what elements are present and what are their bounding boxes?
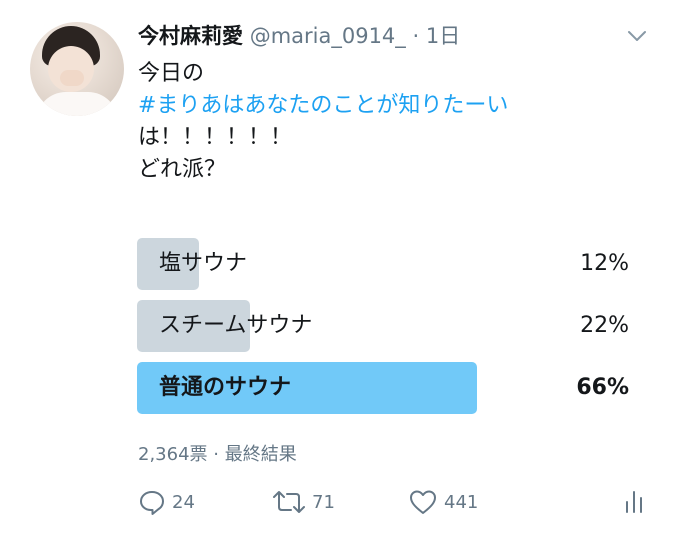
tweet-text-line: 今日の — [138, 61, 205, 86]
avatar-shirt — [36, 92, 118, 116]
poll-option: スチームサウナ 22% — [137, 300, 633, 352]
tweet-header: 今村麻莉愛 @maria_0914_ · 1日 — [138, 22, 460, 50]
tweet-text-line: は！！！！！！ — [138, 125, 293, 150]
poll-option: 普通のサウナ 66% — [137, 362, 633, 414]
poll-meta: 2,364票 · 最終結果 — [138, 440, 297, 466]
tweet-timestamp[interactable]: 1日 — [426, 24, 460, 48]
author-handle[interactable]: @maria_0914_ — [250, 24, 406, 48]
time-separator: · — [412, 24, 420, 48]
tweet-text-line: どれ派？ — [138, 157, 227, 182]
retweet-count: 71 — [312, 491, 335, 513]
reply-icon — [138, 488, 166, 516]
like-count: 441 — [444, 491, 479, 513]
poll-meta-separator: · — [213, 444, 219, 465]
heart-icon — [408, 488, 438, 516]
tweet-text: 今日の #まりあはあなたのことが知りたーい は！！！！！！ どれ派？ — [138, 58, 508, 186]
avatar-hand — [60, 70, 84, 86]
retweet-button[interactable]: 71 — [272, 486, 335, 518]
author-display-name[interactable]: 今村麻莉愛 — [138, 24, 243, 48]
chevron-down-icon[interactable] — [624, 26, 650, 46]
poll-option-label: 普通のサウナ — [159, 375, 292, 400]
tweet-actions: 24 71 441 — [138, 486, 658, 518]
analytics-icon — [622, 488, 646, 516]
avatar[interactable] — [30, 22, 124, 116]
reply-count: 24 — [172, 491, 195, 513]
poll-option-percent: 66% — [576, 375, 629, 400]
like-button[interactable]: 441 — [408, 486, 478, 518]
reply-button[interactable]: 24 — [138, 486, 195, 518]
poll-option-label: スチームサウナ — [159, 313, 313, 338]
hashtag-link[interactable]: #まりあはあなたのことが知りたーい — [138, 90, 508, 122]
poll: 塩サウナ 12% スチームサウナ 22% 普通のサウナ 66% — [137, 238, 633, 424]
poll-status: 最終結果 — [224, 444, 297, 465]
poll-option: 塩サウナ 12% — [137, 238, 633, 290]
poll-vote-count: 2,364票 — [138, 444, 208, 465]
poll-option-percent: 22% — [580, 313, 629, 338]
poll-option-label: 塩サウナ — [159, 251, 248, 276]
poll-option-percent: 12% — [580, 251, 629, 276]
analytics-button[interactable] — [622, 486, 646, 518]
retweet-icon — [272, 488, 306, 516]
